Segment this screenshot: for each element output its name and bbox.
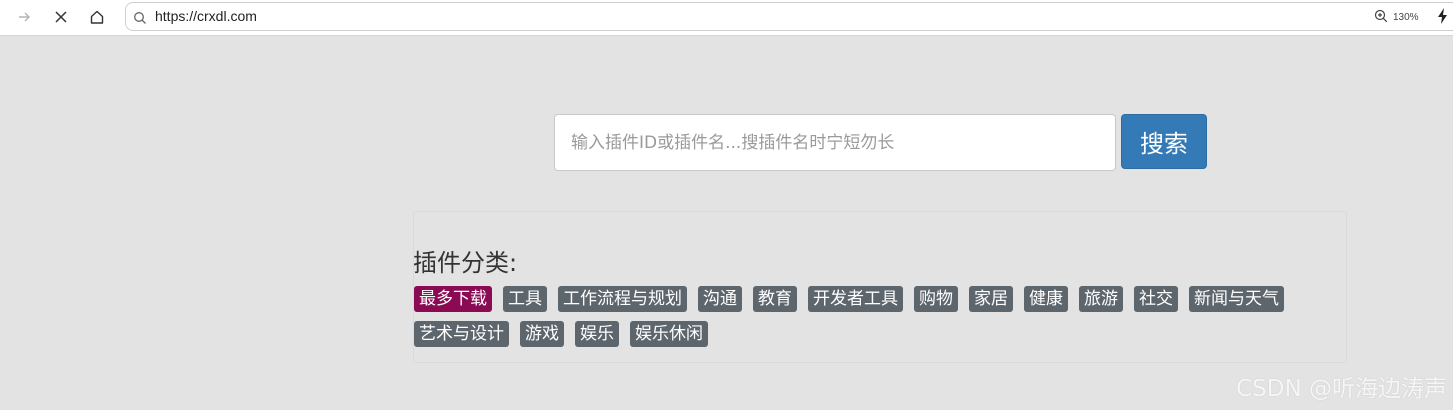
watermark-text: CSDN @听海边涛声: [1236, 376, 1447, 402]
browser-toolbar: https://crxdl.com 130%: [0, 0, 1453, 36]
category-tags: 最多下载 工具 工作流程与规划 沟通 教育 开发者工具 购物 家居 健康 旅游 …: [414, 286, 1334, 347]
stop-loading-button[interactable]: [47, 4, 75, 30]
zoom-level: 130%: [1393, 11, 1419, 23]
home-icon: [89, 9, 105, 25]
forward-button[interactable]: [10, 4, 38, 30]
url-text[interactable]: https://crxdl.com: [155, 8, 257, 24]
category-tag-entertainment[interactable]: 娱乐: [575, 321, 619, 347]
category-tag-art-design[interactable]: 艺术与设计: [414, 321, 509, 347]
category-tag-travel[interactable]: 旅游: [1079, 286, 1123, 312]
category-tag-shopping[interactable]: 购物: [914, 286, 958, 312]
search-icon: [133, 10, 147, 29]
bolt-icon[interactable]: [1437, 8, 1449, 28]
search-input[interactable]: [554, 114, 1116, 171]
home-button[interactable]: [83, 4, 111, 30]
search-button[interactable]: 搜索: [1121, 114, 1207, 169]
category-tag-education[interactable]: 教育: [753, 286, 797, 312]
category-tag-home[interactable]: 家居: [969, 286, 1013, 312]
category-tag-leisure[interactable]: 娱乐休闲: [630, 321, 708, 347]
category-tag-tools[interactable]: 工具: [503, 286, 547, 312]
category-tag-news-weather[interactable]: 新闻与天气: [1189, 286, 1284, 312]
address-bar[interactable]: https://crxdl.com 130%: [125, 2, 1453, 31]
category-tag-workflow-planning[interactable]: 工作流程与规划: [558, 286, 687, 312]
category-tag-communication[interactable]: 沟通: [698, 286, 742, 312]
category-tag-developer-tools[interactable]: 开发者工具: [808, 286, 903, 312]
zoom-indicator[interactable]: 130%: [1374, 9, 1419, 25]
close-icon: [54, 10, 68, 24]
category-tag-most-downloaded[interactable]: 最多下载: [414, 286, 492, 312]
category-tag-health[interactable]: 健康: [1024, 286, 1068, 312]
category-title: 插件分类:: [413, 249, 518, 277]
category-tag-games[interactable]: 游戏: [520, 321, 564, 347]
forward-icon: [17, 10, 31, 24]
zoom-icon: [1374, 9, 1388, 26]
category-tag-social[interactable]: 社交: [1134, 286, 1178, 312]
